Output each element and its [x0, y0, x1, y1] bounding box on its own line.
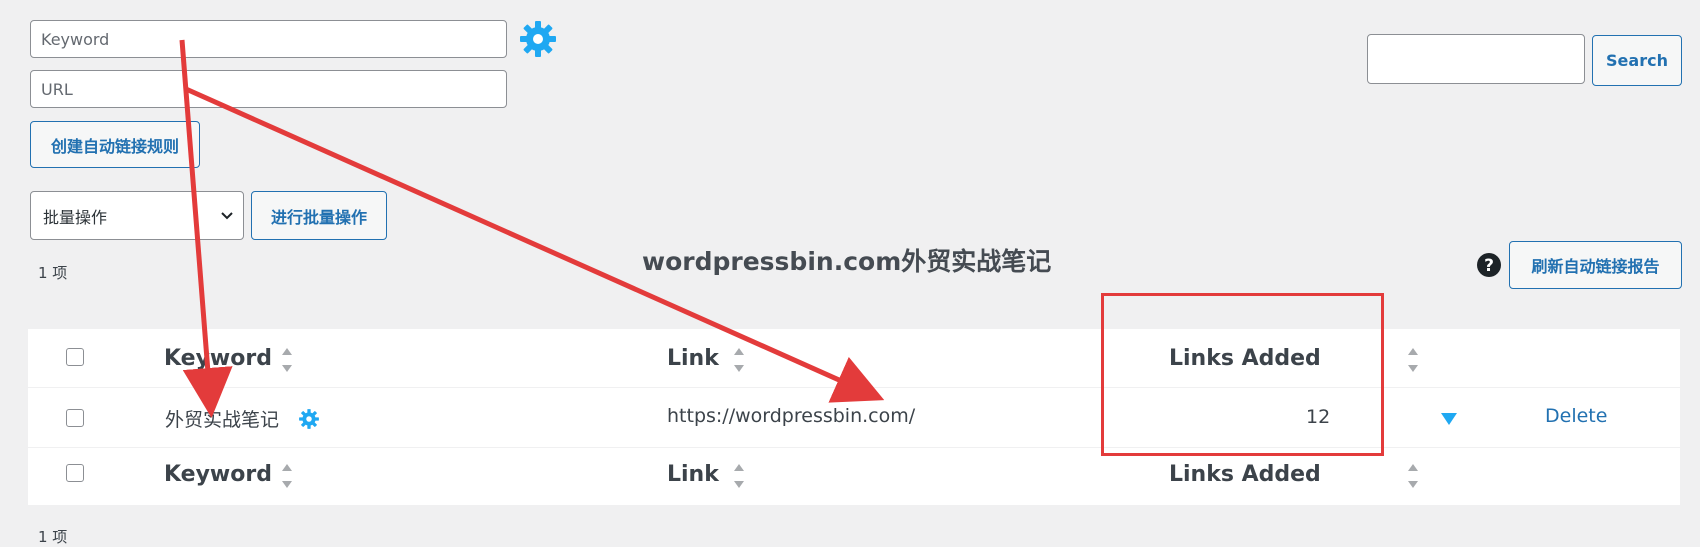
search-button[interactable]: Search — [1592, 35, 1682, 86]
column-footer-link[interactable]: Link — [667, 462, 719, 487]
column-header-keyword[interactable]: Keyword — [164, 346, 272, 371]
table-row: 外贸实战笔记 https://wordpressbin.com/ 12 Dele… — [28, 387, 1680, 448]
sort-links-added-footer-icon[interactable] — [1407, 462, 1419, 490]
annotation-highlight-box — [1101, 293, 1384, 456]
apply-bulk-button[interactable]: 进行批量操作 — [251, 191, 387, 240]
keyword-input[interactable] — [30, 20, 507, 58]
sort-link-icon[interactable] — [733, 346, 745, 374]
links-table: Keyword Link Links Added 外贸实战笔记 https://… — [28, 329, 1680, 505]
table-footer-row: Keyword Link Links Added — [28, 447, 1680, 505]
sort-keyword-footer-icon[interactable] — [281, 462, 293, 490]
gear-icon[interactable] — [298, 408, 320, 430]
sort-keyword-icon[interactable] — [281, 346, 293, 374]
bulk-action-value: 批量操作 — [43, 207, 108, 227]
bulk-action-select[interactable]: 批量操作 — [30, 191, 244, 240]
sort-links-added-icon[interactable] — [1407, 346, 1419, 374]
sort-link-footer-icon[interactable] — [733, 462, 745, 490]
items-count-top: 1 项 — [38, 264, 68, 282]
row-keyword: 外贸实战笔记 — [165, 409, 280, 431]
select-all-checkbox[interactable] — [66, 348, 84, 366]
delete-link[interactable]: Delete — [1545, 405, 1607, 427]
refresh-report-button[interactable]: 刷新自动链接报告 — [1509, 241, 1682, 289]
row-checkbox[interactable] — [66, 409, 84, 427]
table-header-row: Keyword Link Links Added — [28, 329, 1680, 388]
question-circle-icon[interactable]: ? — [1476, 252, 1502, 278]
url-input[interactable] — [30, 70, 507, 108]
watermark-text: wordpressbin.com外贸实战笔记 — [642, 247, 1052, 276]
caret-down-icon[interactable] — [1440, 412, 1458, 426]
gear-icon[interactable] — [518, 19, 558, 59]
chevron-down-icon — [221, 212, 233, 220]
column-footer-links-added[interactable]: Links Added — [1169, 462, 1321, 487]
column-footer-keyword[interactable]: Keyword — [164, 462, 272, 487]
select-all-checkbox-footer[interactable] — [66, 464, 84, 482]
search-input[interactable] — [1367, 34, 1585, 84]
column-header-link[interactable]: Link — [667, 346, 719, 371]
items-count-bottom: 1 项 — [38, 528, 68, 546]
create-rule-button[interactable]: 创建自动链接规则 — [30, 121, 200, 168]
row-link: https://wordpressbin.com/ — [667, 405, 916, 427]
svg-text:?: ? — [1484, 256, 1494, 276]
